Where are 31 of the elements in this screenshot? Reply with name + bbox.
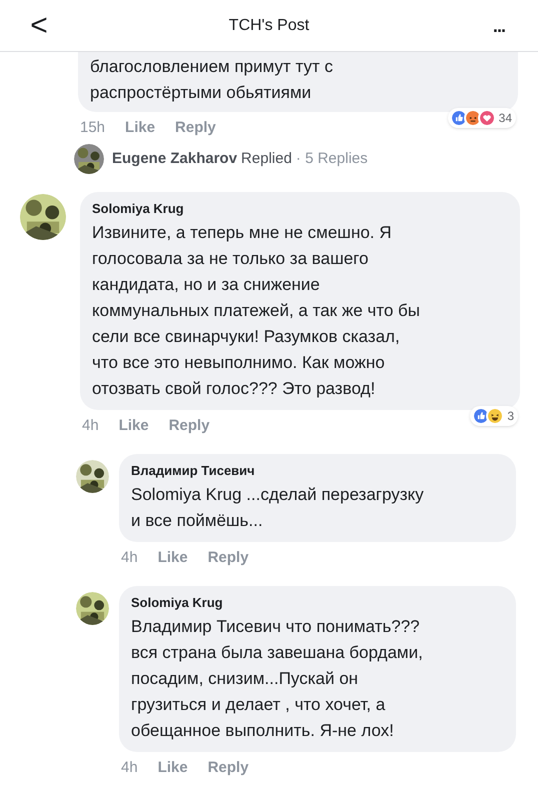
reaction-count: 3 — [507, 408, 514, 425]
reply-count[interactable]: · 5 Replies — [296, 148, 368, 170]
comment-time: 4h — [82, 416, 99, 436]
replier-name[interactable]: Eugene Zakharov — [112, 148, 238, 170]
reaction-count: 34 — [498, 110, 512, 127]
like-link[interactable]: Like — [158, 548, 188, 568]
comment-time: 4h — [121, 758, 138, 778]
reply-link[interactable]: Reply — [168, 416, 210, 436]
reply-link[interactable]: Reply — [208, 758, 249, 778]
comment-time: 4h — [121, 548, 138, 568]
like-link[interactable]: Like — [158, 758, 188, 778]
comment-text: Извините, а теперь мне не смешно. Я голосовала за не только за вашего кандидата, но и за снижение коммунальных платежей, а так же что бы сели все свинарчуки! Разумков сказал, что все это невыполнимо. Как можно отозвать свой голос??? Это развод! — [92, 222, 421, 400]
more-button[interactable]: ... — [484, 16, 514, 34]
like-link[interactable]: Like — [118, 416, 149, 436]
reaction-summary[interactable]: 3 — [470, 406, 518, 426]
commenter-name[interactable]: Владимир Тисевич — [131, 462, 504, 480]
heart-icon — [478, 109, 496, 127]
reaction-summary[interactable]: 34 — [448, 108, 516, 128]
laughing-face-icon — [486, 407, 504, 425]
commenter-name[interactable]: Solomiya Krug — [92, 200, 508, 218]
like-link[interactable]: Like — [125, 118, 156, 138]
comment-text: Владимир Тисевич что понимать??? вся страна была завешана бордами, посадим, снизим...Пускай он грузиться и делает , что хочет, а обещанное выполнить. Я-не лох! — [131, 616, 424, 742]
reply-link[interactable]: Reply — [208, 548, 249, 568]
back-button[interactable]: < — [24, 10, 54, 40]
comment-text: благословлением примут тут с распростёртыми обьятиями — [90, 56, 334, 104]
comment-time: 15h — [80, 118, 106, 138]
page-title: TCH's Post — [228, 16, 310, 36]
replied-label[interactable]: Replied — [241, 148, 292, 170]
comment-text: Solomiya Krug ...сделай перезагрузку и все поймёшь... — [131, 484, 425, 532]
commenter-name[interactable]: Solomiya Krug — [131, 594, 504, 612]
reply-link[interactable]: Reply — [175, 118, 216, 138]
